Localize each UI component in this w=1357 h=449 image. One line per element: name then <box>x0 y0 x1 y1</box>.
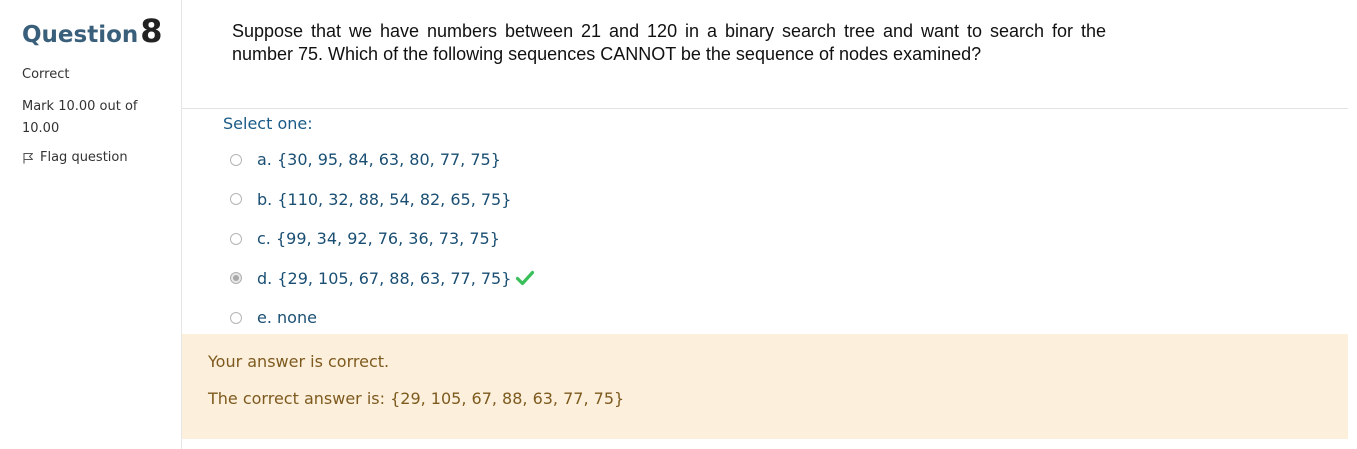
feedback-correct-answer: The correct answer is: {29, 105, 67, 88,… <box>208 389 625 408</box>
flag-icon <box>23 152 33 164</box>
answer-option-label[interactable]: a. {30, 95, 84, 63, 80, 77, 75} <box>257 150 501 169</box>
answer-option-a[interactable]: a. {30, 95, 84, 63, 80, 77, 75} <box>230 140 534 180</box>
answer-options: a. {30, 95, 84, 63, 80, 77, 75} b. {110,… <box>230 140 535 338</box>
radio-option-d-selected[interactable] <box>230 272 242 285</box>
answer-option-d[interactable]: d. {29, 105, 67, 88, 63, 77, 75} <box>230 259 535 299</box>
question-divider <box>182 108 1348 109</box>
answer-prompt: Select one: <box>223 114 313 133</box>
question-word: Question <box>22 22 139 48</box>
answer-option-label[interactable]: d. {29, 105, 67, 88, 63, 77, 75} <box>257 269 511 288</box>
green-checkmark-icon <box>516 271 535 286</box>
radio-option-e[interactable] <box>230 311 242 324</box>
question-grade: Mark 10.00 out of 10.00 <box>22 99 138 137</box>
question-info-panel: Question8 Correct Mark 10.00 out of 10.0… <box>0 0 182 449</box>
radio-option-b[interactable] <box>230 193 242 206</box>
question-number: 8 <box>140 12 163 50</box>
question-content: Suppose that we have numbers between 21 … <box>182 0 1348 449</box>
answer-option-e[interactable]: e. none <box>230 298 534 338</box>
answer-option-b[interactable]: b. {110, 32, 88, 54, 82, 65, 75} <box>230 180 534 220</box>
radio-option-c[interactable] <box>230 232 242 245</box>
answer-option-label[interactable]: b. {110, 32, 88, 54, 82, 65, 75} <box>257 190 511 209</box>
answer-option-label[interactable]: c. {99, 34, 92, 76, 36, 73, 75} <box>257 229 500 248</box>
feedback-panel: Your answer is correct. The correct answ… <box>182 334 1348 439</box>
radio-option-a[interactable] <box>230 153 242 166</box>
question-number-heading: Question8 <box>22 12 181 50</box>
feedback-status: Your answer is correct. <box>208 352 390 371</box>
answer-option-c[interactable]: c. {99, 34, 92, 76, 36, 73, 75} <box>230 219 534 259</box>
question-text: Suppose that we have numbers between 21 … <box>232 21 1106 64</box>
flag-question-link[interactable]: Flag question <box>22 150 181 165</box>
quiz-question-page: Question8 Correct Mark 10.00 out of 10.0… <box>0 0 1357 449</box>
question-state: Correct <box>22 67 70 83</box>
flag-question-label: Flag question <box>40 150 128 166</box>
answer-option-label[interactable]: e. none <box>257 308 317 327</box>
